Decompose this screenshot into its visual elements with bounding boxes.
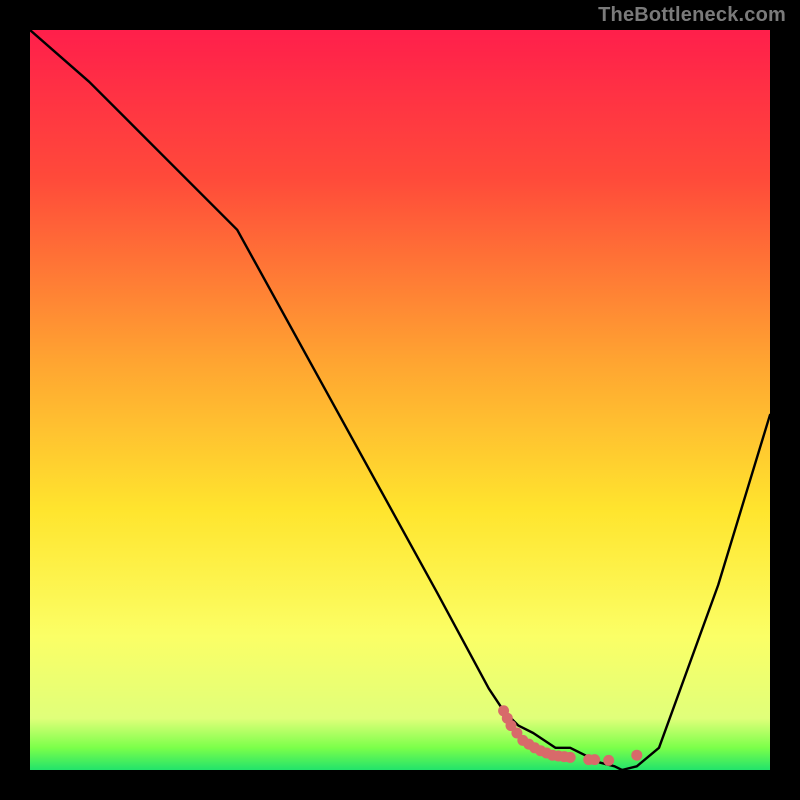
- bottleneck-chart: [30, 30, 770, 770]
- data-marker: [603, 755, 614, 766]
- data-marker: [565, 752, 576, 763]
- chart-frame: TheBottleneck.com: [0, 0, 800, 800]
- data-marker: [589, 754, 600, 765]
- watermark-text: TheBottleneck.com: [598, 4, 786, 27]
- data-marker: [631, 750, 642, 761]
- chart-background: [30, 30, 770, 770]
